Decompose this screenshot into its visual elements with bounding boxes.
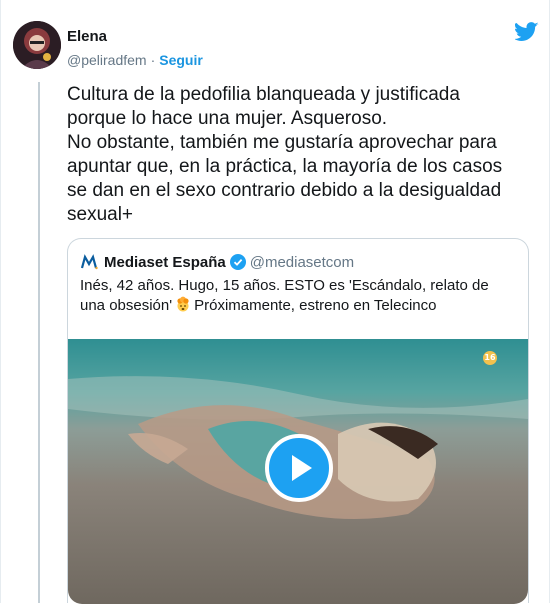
handle-row: @peliradfem · Seguir: [67, 50, 203, 70]
user-handle[interactable]: @peliradfem: [67, 52, 147, 68]
user-info: Elena @peliradfem · Seguir: [67, 28, 203, 70]
play-button[interactable]: [265, 434, 333, 502]
quoted-user-name[interactable]: Mediaset España: [104, 254, 226, 271]
exploding-head-emoji: [177, 296, 189, 312]
follow-button[interactable]: Seguir: [159, 52, 203, 68]
video-thumbnail[interactable]: 16: [68, 339, 528, 604]
separator: ·: [150, 52, 156, 68]
tweet-text: Cultura de la pedofilia blanqueada y jus…: [67, 84, 503, 225]
quoted-tweet[interactable]: Mediaset España @mediasetcom Inés, 42 añ…: [67, 238, 529, 604]
verified-badge-icon: [229, 254, 246, 270]
quoted-header: Mediaset España @mediasetcom: [80, 251, 354, 273]
play-icon: [292, 455, 312, 481]
age-rating-badge: 16: [483, 351, 497, 365]
mediaset-logo-icon: [80, 254, 98, 270]
quoted-text: Inés, 42 años. Hugo, 15 años. ESTO es 'E…: [80, 276, 516, 316]
twitter-bird-icon[interactable]: [515, 22, 539, 42]
tweet-header: Elena @peliradfem · Seguir: [13, 18, 539, 74]
thread-line: [38, 82, 40, 603]
avatar[interactable]: [13, 21, 61, 69]
quoted-text-part2: Próximamente, estreno en Telecinco: [194, 297, 437, 314]
user-name[interactable]: Elena: [67, 28, 203, 46]
tweet-card: Elena @peliradfem · Seguir Cultura de la p…: [0, 0, 550, 604]
quoted-user-handle[interactable]: @mediasetcom: [250, 254, 354, 271]
